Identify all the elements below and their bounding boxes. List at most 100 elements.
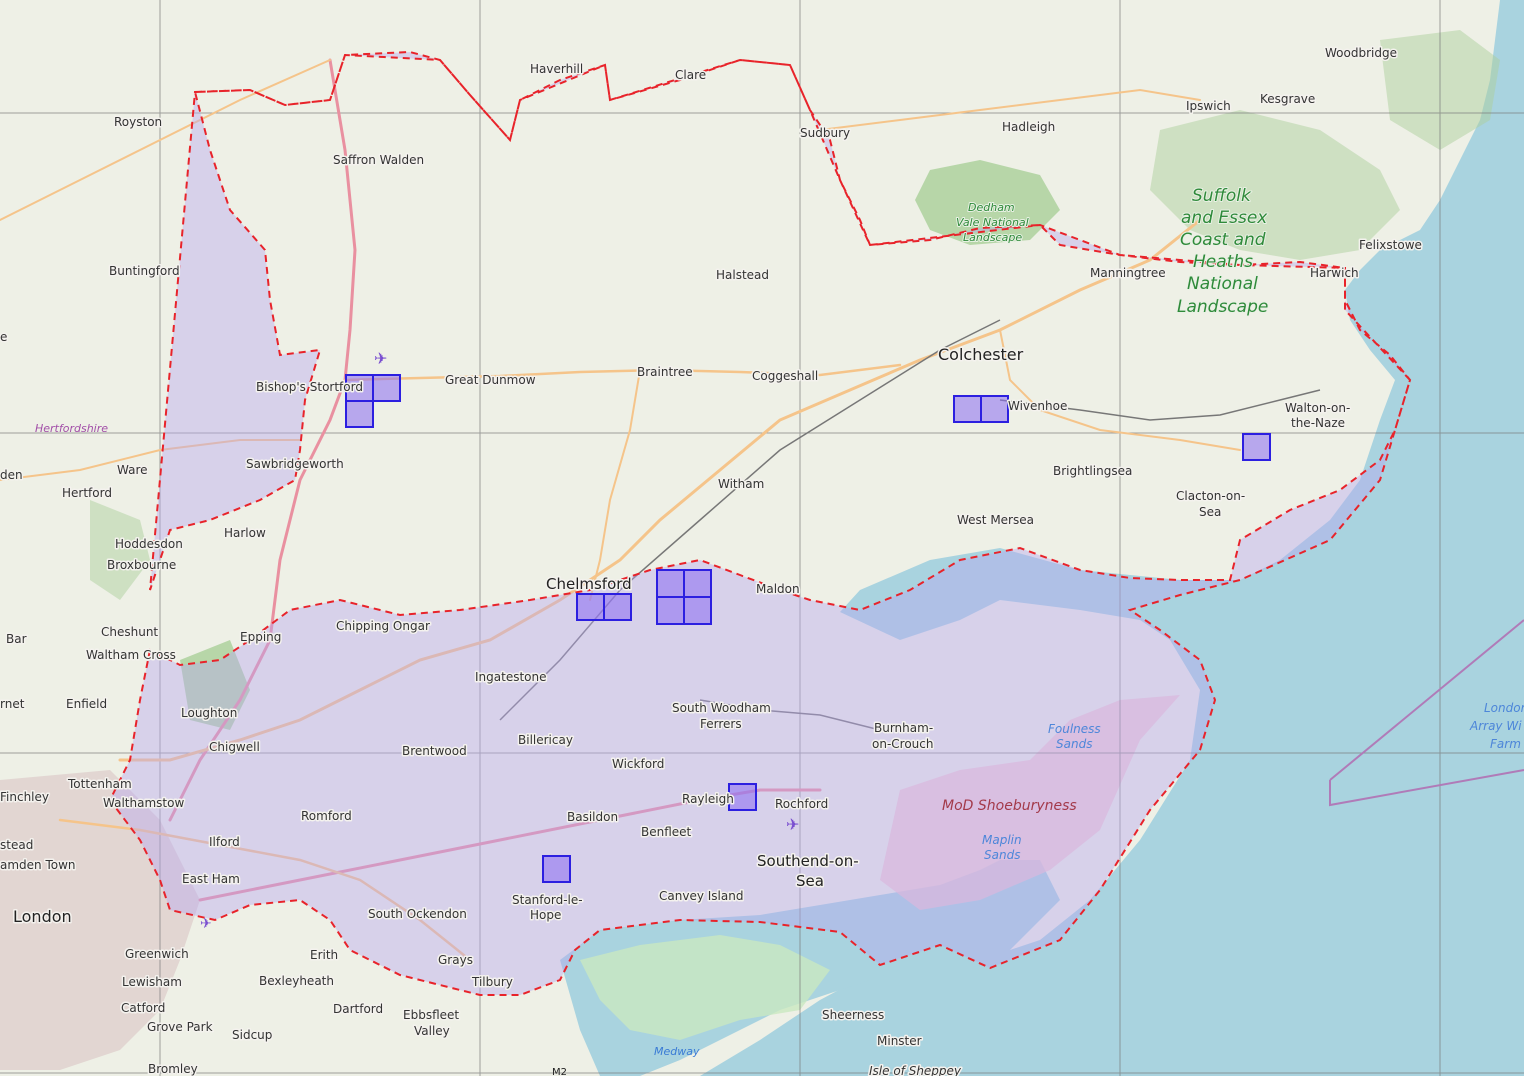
place-label: Felixstowe <box>1359 238 1422 252</box>
place-label: Dartford <box>333 1002 383 1016</box>
airport-icon: ✈ <box>786 815 799 834</box>
place-label: Broxbourne <box>107 558 176 572</box>
military-area-label: MoD Shoeburyness <box>942 798 1077 814</box>
sands-label: Maplin <box>982 833 1022 847</box>
landscape-label: Suffolk <box>1192 186 1252 206</box>
grid-square[interactable] <box>372 374 401 402</box>
place-label: Ilford <box>209 835 240 849</box>
grid-square[interactable] <box>656 569 685 598</box>
place-label: Tilbury <box>471 975 513 989</box>
place-label: Benfleet <box>641 825 692 839</box>
place-label: Sea <box>1199 505 1221 519</box>
place-label: Saffron Walden <box>333 153 424 167</box>
place-label: Colchester <box>938 345 1024 364</box>
place-label: Walthamstow <box>103 796 184 810</box>
place-label: Grays <box>438 953 473 967</box>
place-label: Enfield <box>66 697 107 711</box>
place-label: Sheerness <box>822 1008 884 1022</box>
grid-square[interactable] <box>980 395 1009 423</box>
place-label: Ferrers <box>700 717 742 731</box>
place-label: amden Town <box>0 858 76 872</box>
place-label: Loughton <box>181 706 237 720</box>
grid-square[interactable] <box>683 569 712 598</box>
wind-farm-label: Array Wi <box>1469 719 1522 733</box>
grid-square[interactable] <box>656 596 685 625</box>
grid-square[interactable] <box>953 395 982 423</box>
airport-icon: ✈ <box>200 916 212 932</box>
place-label: South Ockendon <box>368 907 467 921</box>
airport-icon: ✈ <box>374 349 387 368</box>
place-label: Hadleigh <box>1002 120 1055 134</box>
place-label: Chipping Ongar <box>336 619 430 633</box>
place-label: Hope <box>530 908 561 922</box>
place-label: Romford <box>301 809 352 823</box>
place-label: Hertford <box>62 486 112 500</box>
sands-label: Foulness <box>1048 722 1101 736</box>
landscape-label: National <box>1187 274 1258 294</box>
landscape-label: Heaths <box>1193 252 1253 272</box>
place-label: Ebbsfleet <box>403 1008 459 1022</box>
place-label: Maldon <box>756 582 800 596</box>
grid-square[interactable] <box>683 596 712 625</box>
place-label: Braintree <box>637 365 693 379</box>
place-label: West Mersea <box>957 513 1034 527</box>
place-label: Billericay <box>518 733 573 747</box>
place-label: Finchley <box>0 790 49 804</box>
place-label: Bar <box>6 632 27 646</box>
landscape-label: Coast and <box>1180 230 1266 250</box>
place-label: Catford <box>121 1001 165 1015</box>
place-label: Cheshunt <box>101 625 158 639</box>
place-label: Rochford <box>775 797 828 811</box>
place-label: Bexleyheath <box>259 974 334 988</box>
place-label: Epping <box>240 630 281 644</box>
place-label: Harwich <box>1310 266 1359 280</box>
place-label: Harlow <box>224 526 266 540</box>
place-label: Chelmsford <box>546 575 632 593</box>
place-label: Clacton-on- <box>1176 489 1245 503</box>
place-label: Sidcup <box>232 1028 272 1042</box>
road-ref-label: M2 <box>552 1067 567 1076</box>
place-label: Greenwich <box>125 947 189 961</box>
place-label: Royston <box>114 115 162 129</box>
place-label: Sea <box>796 872 824 890</box>
place-label: Woodbridge <box>1325 46 1397 60</box>
river-label: Medway <box>654 1045 700 1058</box>
place-label: the-Naze <box>1291 416 1345 430</box>
grid-square[interactable] <box>603 593 632 621</box>
place-label: Tottenham <box>67 777 132 791</box>
landscape-label: Vale National <box>956 216 1029 229</box>
place-label: Basildon <box>567 810 618 824</box>
place-label: Lewisham <box>122 975 182 989</box>
place-label: Sawbridgeworth <box>246 457 344 471</box>
place-label: Bishop's Stortford <box>256 380 363 394</box>
place-label: Great Dunmow <box>445 373 536 387</box>
grid-square[interactable] <box>576 593 605 621</box>
place-label: Minster <box>877 1034 922 1048</box>
landscape-label: and Essex <box>1181 208 1268 228</box>
map-canvas[interactable]: ✈ ✈ ✈ Haverhill Clare Woodbridge Royston… <box>0 0 1524 1076</box>
grid-square[interactable] <box>542 855 571 883</box>
landscape-label: Landscape <box>1177 297 1268 317</box>
place-label: Coggeshall <box>752 369 818 383</box>
wind-farm-label: Farm <box>1490 737 1521 751</box>
grid-square[interactable] <box>1242 433 1271 461</box>
place-label: e <box>0 330 7 344</box>
place-label: Kesgrave <box>1260 92 1315 106</box>
place-label: Witham <box>718 477 764 491</box>
wind-farm-label: London <box>1484 701 1524 715</box>
map-view[interactable]: ✈ ✈ ✈ Haverhill Clare Woodbridge Royston… <box>0 0 1524 1076</box>
place-label: Hoddesdon <box>115 537 183 551</box>
landscape-label: Dedham <box>968 201 1015 214</box>
place-label: Grove Park <box>147 1020 213 1034</box>
place-label: Manningtree <box>1090 266 1166 280</box>
grid-square[interactable] <box>345 400 374 428</box>
county-label: Hertfordshire <box>35 422 108 435</box>
place-label: stead <box>0 838 33 852</box>
place-label: Halstead <box>716 268 769 282</box>
place-label: Wivenhoe <box>1008 399 1067 413</box>
place-label: Brightlingsea <box>1053 464 1132 478</box>
place-label: Ingatestone <box>475 670 547 684</box>
place-label: Bromley <box>148 1062 198 1076</box>
place-label: Clare <box>675 68 706 82</box>
place-label: Buntingford <box>109 264 180 278</box>
